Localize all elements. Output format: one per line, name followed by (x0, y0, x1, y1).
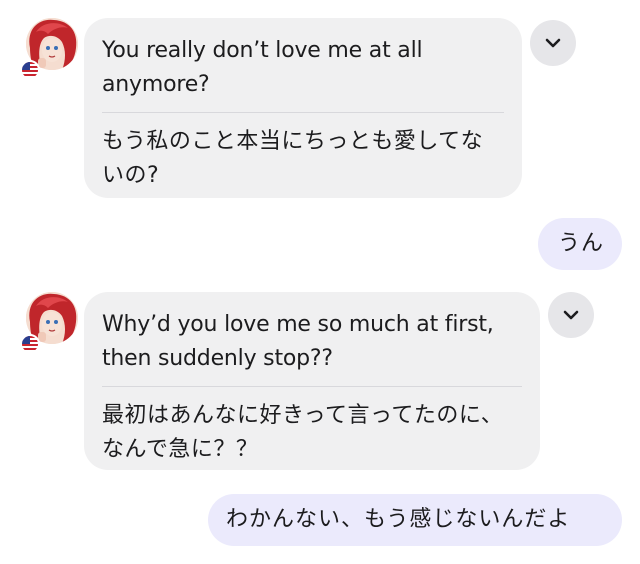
message-bubble-partner[interactable]: Why’d you love me so much at first, then… (84, 292, 540, 470)
message-original-text: Why’d you love me so much at first, then… (102, 312, 494, 371)
message-text: うん (558, 231, 605, 256)
message-text: わかんない、もう感じないんだよ (226, 507, 571, 532)
message-original-text: You really don’t love me at all anymore? (102, 38, 423, 97)
expand-translation-button[interactable] (530, 20, 576, 66)
message-bubble-me[interactable]: うん (538, 218, 622, 270)
chevron-down-icon (563, 310, 579, 320)
us-flag-icon (20, 60, 40, 80)
partner-avatar[interactable] (20, 292, 78, 354)
message-translation-text: 最初はあんなに好きって言ってたのに、なんで急に？？ (102, 403, 504, 462)
expand-translation-button[interactable] (548, 292, 594, 338)
message-translation-text: もう私のこと本当にちっとも愛してないの? (102, 129, 484, 188)
message-bubble-partner[interactable]: You really don’t love me at all anymore?… (84, 18, 522, 198)
message-bubble-me[interactable]: わかんない、もう感じないんだよ (208, 494, 622, 546)
us-flag-icon (20, 334, 40, 354)
translation-divider (102, 386, 522, 387)
translation-divider (102, 112, 504, 113)
chevron-down-icon (545, 38, 561, 48)
partner-avatar[interactable] (20, 18, 78, 80)
